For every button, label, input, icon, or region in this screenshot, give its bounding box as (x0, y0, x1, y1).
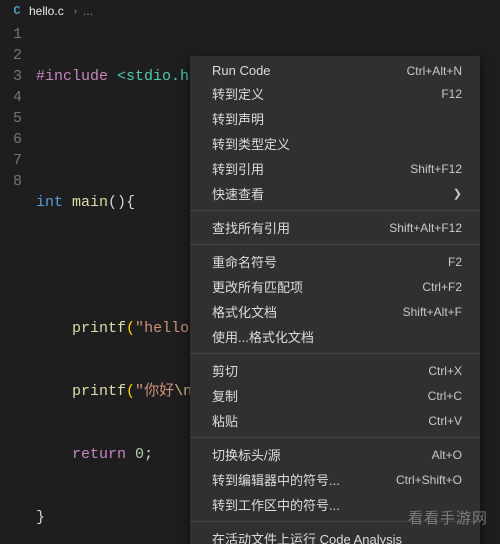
menu-item-label: 更改所有匹配项 (212, 277, 303, 296)
token-include: #include (36, 68, 108, 85)
menu-item[interactable]: 复制 Ctrl+C (190, 383, 480, 408)
menu-item[interactable]: 格式化文档 Shift+Alt+F (190, 299, 480, 324)
token-brace-open: { (126, 194, 135, 211)
menu-item-label: 粘贴 (212, 411, 238, 430)
menu-item-shortcut: Shift+Alt+F12 (389, 221, 462, 235)
token-printf: printf (72, 383, 126, 400)
token-int: int (36, 194, 63, 211)
menu-item[interactable]: 转到类型定义 (190, 131, 480, 156)
line-number: 3 (0, 66, 22, 87)
menu-item[interactable]: 在活动文件上运行 Code Analysis (190, 526, 480, 544)
menu-separator (190, 210, 480, 211)
menu-item-label: 切换标头/源 (212, 445, 281, 464)
menu-item-label: 转到定义 (212, 84, 264, 103)
menu-item-shortcut: Shift+Alt+F (403, 305, 462, 319)
chevron-right-icon: › (74, 6, 77, 17)
menu-item-shortcut: Ctrl+C (428, 389, 462, 403)
menu-item-label: 快速查看 (212, 184, 264, 203)
line-number: 1 (0, 24, 22, 45)
menu-item-label: 格式化文档 (212, 302, 277, 321)
editor-context-menu: Run Code Ctrl+Alt+N 转到定义 F12 转到声明转到类型定义转到引用 S… (190, 56, 480, 544)
menu-item-shortcut: Shift+F12 (410, 162, 462, 176)
menu-separator (190, 244, 480, 245)
line-number: 6 (0, 129, 22, 150)
token-parens: () (108, 194, 126, 211)
menu-item-shortcut: Ctrl+X (428, 364, 462, 378)
menu-item-label: 使用...格式化文档 (212, 327, 314, 346)
menu-item[interactable]: 转到编辑器中的符号... Ctrl+Shift+O (190, 467, 480, 492)
line-number: 8 (0, 171, 22, 192)
menu-item-shortcut: Ctrl+Shift+O (396, 473, 462, 487)
editor-tab[interactable]: C hello.c (6, 0, 68, 22)
menu-item-label: 转到声明 (212, 109, 264, 128)
line-number: 4 (0, 87, 22, 108)
menu-item[interactable]: 重命名符号 F2 (190, 249, 480, 274)
token-zero: 0 (135, 446, 144, 463)
breadcrumb: C hello.c › ... (0, 0, 500, 22)
menu-item[interactable]: 快速查看 ❯ (190, 181, 480, 206)
menu-item-label: 查找所有引用 (212, 218, 290, 237)
line-number: 2 (0, 45, 22, 66)
menu-item-label: 转到编辑器中的符号... (212, 470, 340, 489)
menu-item[interactable]: 转到定义 F12 (190, 81, 480, 106)
menu-item[interactable]: 切换标头/源 Alt+O (190, 442, 480, 467)
menu-item[interactable]: 剪切 Ctrl+X (190, 358, 480, 383)
menu-item-label: 复制 (212, 386, 238, 405)
menu-item-shortcut: Alt+O (432, 448, 462, 462)
menu-separator (190, 353, 480, 354)
menu-item[interactable]: 转到引用 Shift+F12 (190, 156, 480, 181)
menu-item-label: Run Code (212, 63, 271, 78)
menu-item-label: 在活动文件上运行 Code Analysis (212, 529, 402, 544)
watermark-text: 看看手游网 (408, 507, 488, 528)
menu-item-shortcut: Ctrl+F2 (422, 280, 462, 294)
menu-item[interactable]: Run Code Ctrl+Alt+N (190, 60, 480, 81)
menu-item-shortcut: F12 (441, 87, 462, 101)
menu-item-shortcut: Ctrl+Alt+N (407, 64, 462, 78)
menu-item-label: 转到引用 (212, 159, 264, 178)
menu-item-shortcut: F2 (448, 255, 462, 269)
menu-separator (190, 437, 480, 438)
line-number: 5 (0, 108, 22, 129)
menu-item-label: 重命名符号 (212, 252, 277, 271)
menu-item-label: 剪切 (212, 361, 238, 380)
tab-filename: hello.c (29, 4, 64, 18)
menu-item-label: 转到工作区中的符号... (212, 495, 340, 514)
menu-item-label: 转到类型定义 (212, 134, 290, 153)
menu-item[interactable]: 转到声明 (190, 106, 480, 131)
token-main: main (72, 194, 108, 211)
token-brace-close: } (36, 509, 45, 526)
menu-item[interactable]: 更改所有匹配项 Ctrl+F2 (190, 274, 480, 299)
menu-item[interactable]: 查找所有引用 Shift+Alt+F12 (190, 215, 480, 240)
breadcrumb-more[interactable]: ... (83, 4, 93, 18)
token-printf: printf (72, 320, 126, 337)
c-file-icon: C (10, 4, 24, 18)
menu-item[interactable]: 使用...格式化文档 (190, 324, 480, 349)
line-number: 7 (0, 150, 22, 171)
menu-item[interactable]: 粘贴 Ctrl+V (190, 408, 480, 433)
menu-item-shortcut: Ctrl+V (428, 414, 462, 428)
line-gutter: 1 2 3 4 5 6 7 8 (0, 24, 36, 544)
submenu-arrow-icon: ❯ (453, 187, 462, 200)
token-return: return (72, 446, 126, 463)
token-header: <stdio.h> (117, 68, 198, 85)
